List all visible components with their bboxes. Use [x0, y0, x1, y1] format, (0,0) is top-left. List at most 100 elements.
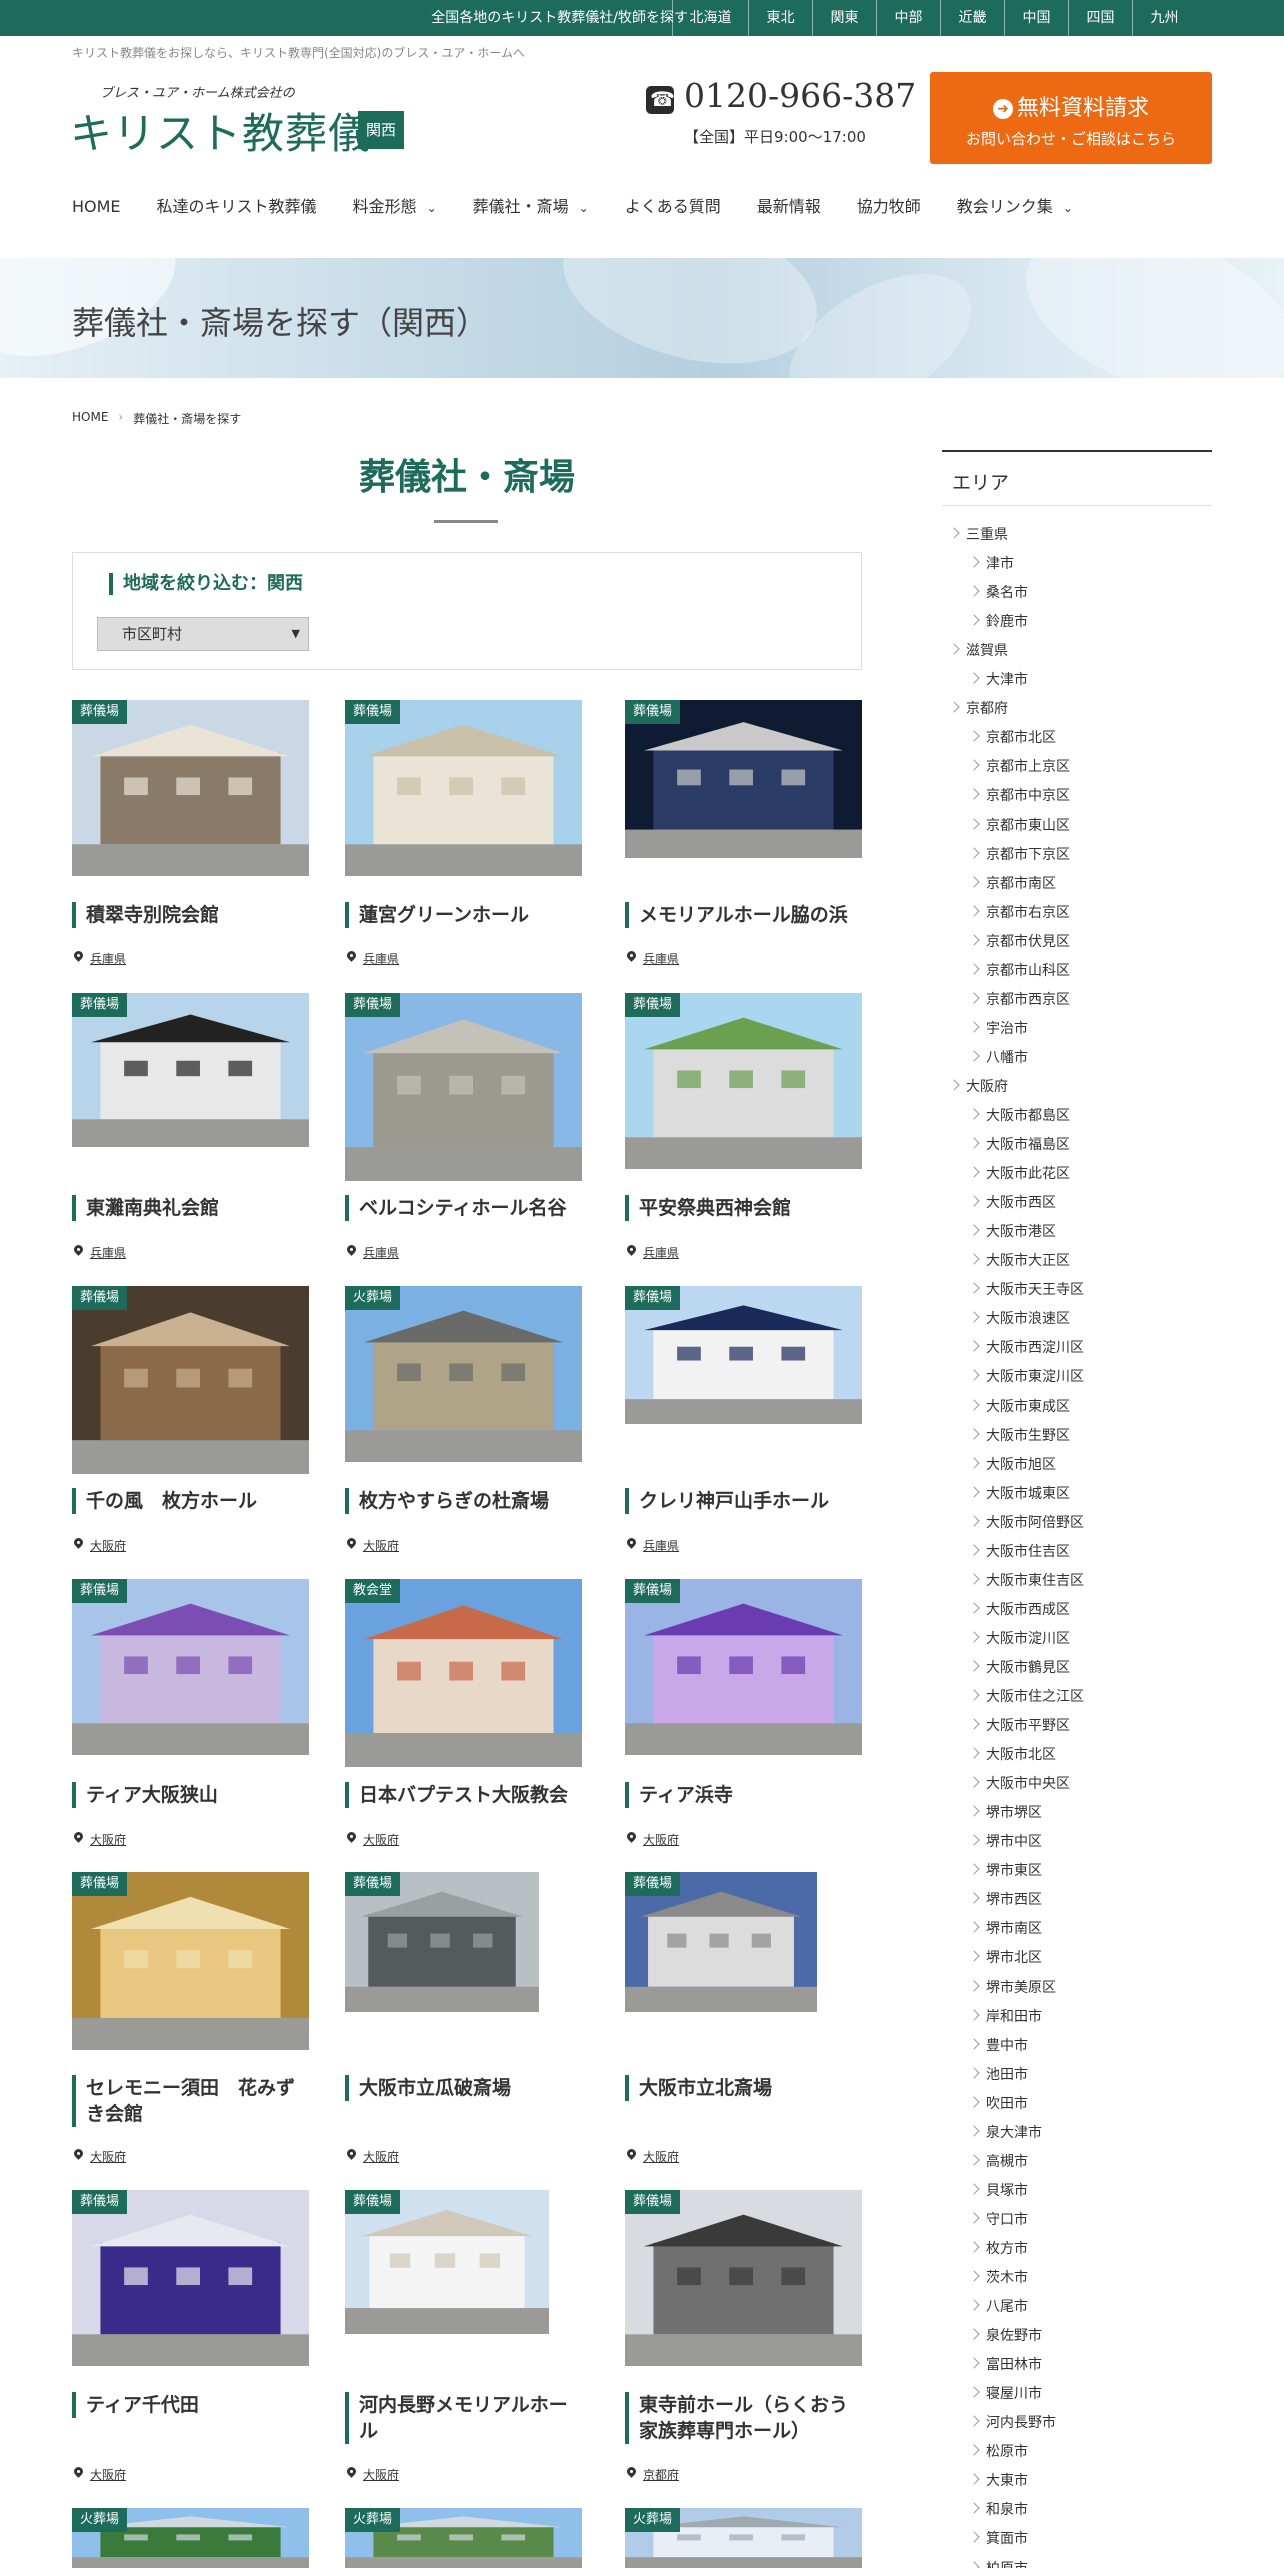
sidebar-city-link[interactable]: 富田林市 — [968, 2354, 1042, 2374]
venue-prefecture-link[interactable]: 兵庫県 — [345, 1244, 399, 1261]
region-link[interactable]: 東北 — [748, 0, 812, 36]
nav-item[interactable]: 最新情報 — [757, 190, 821, 224]
venue-prefecture-link[interactable]: 大阪府 — [72, 2466, 126, 2483]
sidebar-city-link[interactable]: 京都市中京区 — [968, 785, 1070, 805]
sidebar-city-link[interactable]: 大阪市東淀川区 — [968, 1366, 1084, 1386]
venue-photo[interactable] — [345, 1579, 582, 1767]
sidebar-city-link[interactable]: 堺市南区 — [968, 1918, 1042, 1938]
sidebar-city-link[interactable]: 京都市山科区 — [968, 960, 1070, 980]
sidebar-city-link[interactable]: 貝塚市 — [968, 2180, 1028, 2200]
sidebar-city-link[interactable]: 京都市伏見区 — [968, 931, 1070, 951]
venue-name[interactable]: 河内長野メモリアルホール — [345, 2392, 582, 2444]
sidebar-city-link[interactable]: 岸和田市 — [968, 2006, 1042, 2026]
venue-prefecture-link[interactable]: 大阪府 — [72, 1831, 126, 1848]
sidebar-city-link[interactable]: 大阪市生野区 — [968, 1425, 1070, 1445]
nav-item[interactable]: 協力牧師 — [857, 190, 921, 224]
venue-photo[interactable] — [72, 1872, 309, 2050]
sidebar-city-link[interactable]: 柏原市 — [968, 2558, 1028, 2568]
sidebar-city-link[interactable]: 鈴鹿市 — [968, 611, 1028, 631]
sidebar-city-link[interactable]: 津市 — [968, 553, 1014, 573]
region-link[interactable]: 北海道 — [672, 0, 748, 36]
sidebar-city-link[interactable]: 吹田市 — [968, 2093, 1028, 2113]
sidebar-city-link[interactable]: 八尾市 — [968, 2296, 1028, 2316]
venue-photo[interactable] — [345, 1286, 582, 1462]
venue-prefecture-link[interactable]: 大阪府 — [72, 2148, 126, 2165]
sidebar-city-link[interactable]: 大阪市西成区 — [968, 1599, 1070, 1619]
sidebar-city-link[interactable]: 京都市西京区 — [968, 989, 1070, 1009]
sidebar-city-link[interactable]: 京都市南区 — [968, 873, 1056, 893]
venue-photo[interactable] — [72, 1579, 309, 1755]
sidebar-city-link[interactable]: 京都市上京区 — [968, 756, 1070, 776]
venue-prefecture-link[interactable]: 大阪府 — [72, 1537, 126, 1554]
sidebar-city-link[interactable]: 堺市堺区 — [968, 1802, 1042, 1822]
venue-prefecture-link[interactable]: 京都府 — [625, 2466, 679, 2483]
sidebar-city-link[interactable]: 大阪市浪速区 — [968, 1308, 1070, 1328]
region-link[interactable]: 中国 — [1004, 0, 1068, 36]
sidebar-city-link[interactable]: 京都市東山区 — [968, 815, 1070, 835]
sidebar-city-link[interactable]: 和泉市 — [968, 2499, 1028, 2519]
venue-name[interactable]: ティア浜寺 — [625, 1782, 862, 1808]
venue-prefecture-link[interactable]: 大阪府 — [345, 2466, 399, 2483]
sidebar-city-link[interactable]: 大阪市旭区 — [968, 1454, 1056, 1474]
venue-prefecture-link[interactable]: 大阪府 — [345, 1537, 399, 1554]
sidebar-city-link[interactable]: 池田市 — [968, 2064, 1028, 2084]
sidebar-city-link[interactable]: 河内長野市 — [968, 2412, 1056, 2432]
nav-item[interactable]: 私達のキリスト教葬儀 — [157, 190, 317, 224]
sidebar-city-link[interactable]: 大阪市都島区 — [968, 1105, 1070, 1125]
sidebar-city-link[interactable]: 大阪市中央区 — [968, 1773, 1070, 1793]
sidebar-city-link[interactable]: 大阪市住之江区 — [968, 1686, 1084, 1706]
venue-prefecture-link[interactable]: 兵庫県 — [72, 950, 126, 967]
sidebar-city-link[interactable]: 八幡市 — [968, 1047, 1028, 1067]
venue-name[interactable]: 日本バプテスト大阪教会 — [345, 1782, 582, 1808]
venue-name[interactable]: 積翠寺別院会館 — [72, 902, 309, 928]
venue-name[interactable]: 枚方やすらぎの杜斎場 — [345, 1488, 582, 1514]
sidebar-city-link[interactable]: 大阪市北区 — [968, 1744, 1056, 1764]
sidebar-city-link[interactable]: 寝屋川市 — [968, 2383, 1042, 2403]
venue-photo[interactable] — [72, 2190, 309, 2366]
sidebar-city-link[interactable]: 大阪市西淀川区 — [968, 1337, 1084, 1357]
venue-name[interactable]: ティア大阪狭山 — [72, 1782, 309, 1808]
venue-prefecture-link[interactable]: 兵庫県 — [625, 1244, 679, 1261]
sidebar-city-link[interactable]: 京都市右京区 — [968, 902, 1070, 922]
nav-item[interactable]: HOME — [72, 190, 121, 224]
sidebar-prefecture-link[interactable]: 滋賀県 — [948, 640, 1008, 660]
sidebar-prefecture-link[interactable]: 三重県 — [948, 524, 1008, 544]
venue-name[interactable]: メモリアルホール脇の浜 — [625, 902, 862, 928]
sidebar-city-link[interactable]: 堺市東区 — [968, 1860, 1042, 1880]
sidebar-city-link[interactable]: 茨木市 — [968, 2267, 1028, 2287]
phone-number[interactable]: 0120-966-387 — [684, 76, 916, 115]
top-bar-message[interactable]: 全国各地のキリスト教葬儀社/牧師を探す — [431, 0, 688, 36]
sidebar-city-link[interactable]: 大阪市東住吉区 — [968, 1570, 1084, 1590]
venue-name[interactable]: 大阪市立北斎場 — [625, 2075, 862, 2101]
sidebar-prefecture-link[interactable]: 大阪府 — [948, 1076, 1008, 1096]
sidebar-city-link[interactable]: 桑名市 — [968, 582, 1028, 602]
venue-name[interactable]: セレモニー須田 花みずき会館 — [72, 2075, 309, 2127]
venue-name[interactable]: 大阪市立瓜破斎場 — [345, 2075, 582, 2101]
sidebar-city-link[interactable]: 守口市 — [968, 2209, 1028, 2229]
venue-photo[interactable] — [72, 1286, 309, 1474]
venue-prefecture-link[interactable]: 大阪府 — [345, 1831, 399, 1848]
venue-name[interactable]: 千の風 枚方ホール — [72, 1488, 309, 1514]
sidebar-city-link[interactable]: 松原市 — [968, 2441, 1028, 2461]
venue-name[interactable]: 東寺前ホール（らくおう家族葬専門ホール） — [625, 2392, 862, 2444]
venue-prefecture-link[interactable]: 兵庫県 — [345, 950, 399, 967]
site-logo[interactable]: キリスト教葬儀 — [70, 100, 371, 161]
sidebar-city-link[interactable]: 大阪市此花区 — [968, 1163, 1070, 1183]
nav-item[interactable]: 教会リンク集 ⌄ — [957, 190, 1073, 224]
venue-name[interactable]: 東灘南典礼会館 — [72, 1195, 309, 1221]
venue-name[interactable]: 平安祭典西神会館 — [625, 1195, 862, 1221]
nav-item[interactable]: 料金形態 ⌄ — [353, 190, 437, 224]
venue-prefecture-link[interactable]: 大阪府 — [625, 2148, 679, 2165]
sidebar-city-link[interactable]: 豊中市 — [968, 2035, 1028, 2055]
sidebar-city-link[interactable]: 大阪市港区 — [968, 1221, 1056, 1241]
sidebar-city-link[interactable]: 大阪市淀川区 — [968, 1628, 1070, 1648]
breadcrumb-home[interactable]: HOME — [72, 410, 108, 427]
sidebar-city-link[interactable]: 宇治市 — [968, 1018, 1028, 1038]
venue-name[interactable]: ベルコシティホール名谷 — [345, 1195, 582, 1221]
free-brochure-button[interactable]: ➜ 無料資料請求 お問い合わせ・ご相談はこちら — [930, 72, 1212, 164]
nav-item[interactable]: よくある質問 — [625, 190, 721, 224]
sidebar-city-link[interactable]: 箕面市 — [968, 2528, 1028, 2548]
venue-prefecture-link[interactable]: 兵庫県 — [625, 1537, 679, 1554]
venue-name[interactable]: ティア千代田 — [72, 2392, 309, 2418]
sidebar-city-link[interactable]: 京都市北区 — [968, 727, 1056, 747]
